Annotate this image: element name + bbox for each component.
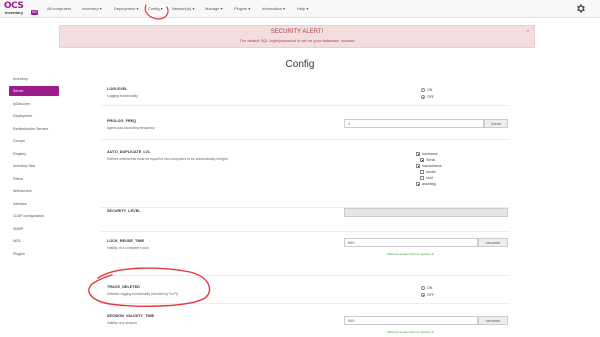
config-row-session-validity-time: SESSION_VALIDITY_TIME Validity of a sess… <box>100 304 510 337</box>
setting-name: TRACE_DELETED <box>107 285 140 289</box>
checkbox-model[interactable] <box>420 170 424 174</box>
checkbox-label: assettag <box>422 181 436 186</box>
nav-inventory[interactable]: Inventory ▾ <box>82 5 102 12</box>
alert-message: The default SQL login/password is set on… <box>239 38 355 43</box>
setting-description: Defines criteria that must be equal for … <box>107 157 228 161</box>
checkbox-macaddress[interactable] <box>416 164 420 168</box>
sidebar-item-inventory-files[interactable]: Inventory files <box>9 161 59 171</box>
validation-hint: (Must be greater than or equal to 1) <box>387 252 435 256</box>
sidebar-item-ipdiscover[interactable]: IpDiscover <box>9 99 59 109</box>
nav-all-computers[interactable]: All computers <box>47 5 71 12</box>
config-row-prolog-freq: PROLOG_FREQ Agent auto-launching frequen… <box>100 106 510 140</box>
checkbox-label: model <box>426 169 436 174</box>
sidebar-item-inventory[interactable]: Inventory <box>9 74 59 84</box>
config-row-trace-deleted: TRACE_DELETED Deletion logging functiona… <box>100 276 510 304</box>
logo-sub: inventory <box>5 10 24 15</box>
setting-description: Agent auto-launching frequency <box>107 126 155 130</box>
config-row-security-level: SECURITY_LEVEL <box>100 208 510 232</box>
checkbox-label: uuid <box>426 175 433 180</box>
unit-addon: seconds <box>478 238 508 247</box>
nav-deployment[interactable]: Deployment ▾ <box>114 5 138 12</box>
checkbox-assettag[interactable] <box>416 182 420 186</box>
security-level-input <box>344 208 508 217</box>
setting-description: Validity of a session <box>107 321 137 325</box>
sidebar-item-server[interactable]: Server <box>9 86 59 96</box>
nav-networks[interactable]: Network(s) ▾ <box>172 5 194 12</box>
alert-title: SECURITY ALERT! <box>270 29 324 35</box>
sidebar-item-webservice[interactable]: Webservice <box>9 186 59 196</box>
sidebar-item-ldap-configuration[interactable]: LDAP configuration <box>9 211 59 221</box>
radio-label: ON <box>427 285 433 290</box>
security-alert: SECURITY ALERT! The default SQL login/pa… <box>59 25 535 48</box>
sidebar-item-snmp[interactable]: SNMP <box>9 224 59 234</box>
setting-description: Logging functionality <box>107 94 138 98</box>
radio-label: OFF <box>427 292 435 297</box>
lock-reuse-time-input[interactable]: 600 <box>344 238 478 247</box>
setting-name: LOGLEVEL <box>107 87 128 91</box>
nav-config[interactable]: Config ▾ <box>148 5 163 12</box>
sidebar-item-plugins[interactable]: Plugins <box>9 249 59 259</box>
sidebar-item-deployment[interactable]: Deployment <box>9 111 59 121</box>
sidebar-item-filters[interactable]: Filters <box>9 174 59 184</box>
radio-trace-deleted-on[interactable] <box>421 286 425 290</box>
nav-manage[interactable]: Manage ▾ <box>205 5 223 12</box>
prolog-freq-input[interactable]: 1 <box>344 119 484 128</box>
setting-description: Deletion logging functionality (needed b… <box>107 292 178 296</box>
checkbox-label: Serial <box>426 157 436 162</box>
radio-label: ON <box>427 87 433 92</box>
nav-help[interactable]: Help ▾ <box>297 5 308 12</box>
sidebar-item-groups[interactable]: Groups <box>9 136 59 146</box>
page-title: Config <box>285 59 315 70</box>
setting-name: LOCK_REUSE_TIME <box>107 239 145 243</box>
checkbox-serial[interactable] <box>420 158 424 162</box>
logo-version: NG <box>31 10 39 15</box>
unit-addon: seconds <box>478 316 508 325</box>
sidebar-item-interface[interactable]: Interface <box>9 199 59 209</box>
gear-icon[interactable] <box>575 3 586 14</box>
setting-name: PROLOG_FREQ <box>107 119 137 123</box>
nav-plugins[interactable]: Plugins ▾ <box>234 5 250 12</box>
close-icon[interactable]: × <box>526 29 530 35</box>
checkbox-label: macaddress <box>422 163 442 168</box>
config-row-lock-reuse-time: LOCK_REUSE_TIME Validity of a computer's… <box>100 232 510 276</box>
setting-name: SECURITY_LEVEL <box>107 209 141 213</box>
session-validity-time-input[interactable]: 600 <box>344 316 478 325</box>
radio-loglevel-off[interactable] <box>421 95 425 99</box>
config-row-loglevel: LOGLEVEL Logging functionality ON OFF <box>100 78 510 106</box>
sidebar-item-registry[interactable]: Registry <box>9 149 59 159</box>
top-navbar: OCS inventory NG All computers Inventory… <box>0 0 600 18</box>
sidebar-item-wol[interactable]: WOL <box>9 236 59 246</box>
nav-information[interactable]: Information ▾ <box>262 5 285 12</box>
checkbox-hostname[interactable] <box>416 152 420 156</box>
checkbox-uuid[interactable] <box>420 176 424 180</box>
checkbox-label: hostname <box>422 151 438 156</box>
ocs-logo[interactable]: OCS inventory NG <box>4 2 42 16</box>
validation-hint: (Must be greater than or equal to 1) <box>387 330 435 334</box>
radio-label: OFF <box>427 94 435 99</box>
setting-name: AUTO_DUPLICATE_LVL <box>107 150 151 154</box>
unit-addon: hours <box>484 119 508 128</box>
radio-trace-deleted-off[interactable] <box>421 293 425 297</box>
radio-loglevel-on[interactable] <box>421 88 425 92</box>
config-row-auto-duplicate: AUTO_DUPLICATE_LVL Defines criteria that… <box>100 140 510 208</box>
setting-description: Validity of a computer's lock <box>107 246 149 250</box>
sidebar-item-redistribution-servers[interactable]: Redistribution Servers <box>9 124 59 134</box>
setting-name: SESSION_VALIDITY_TIME <box>107 314 155 318</box>
